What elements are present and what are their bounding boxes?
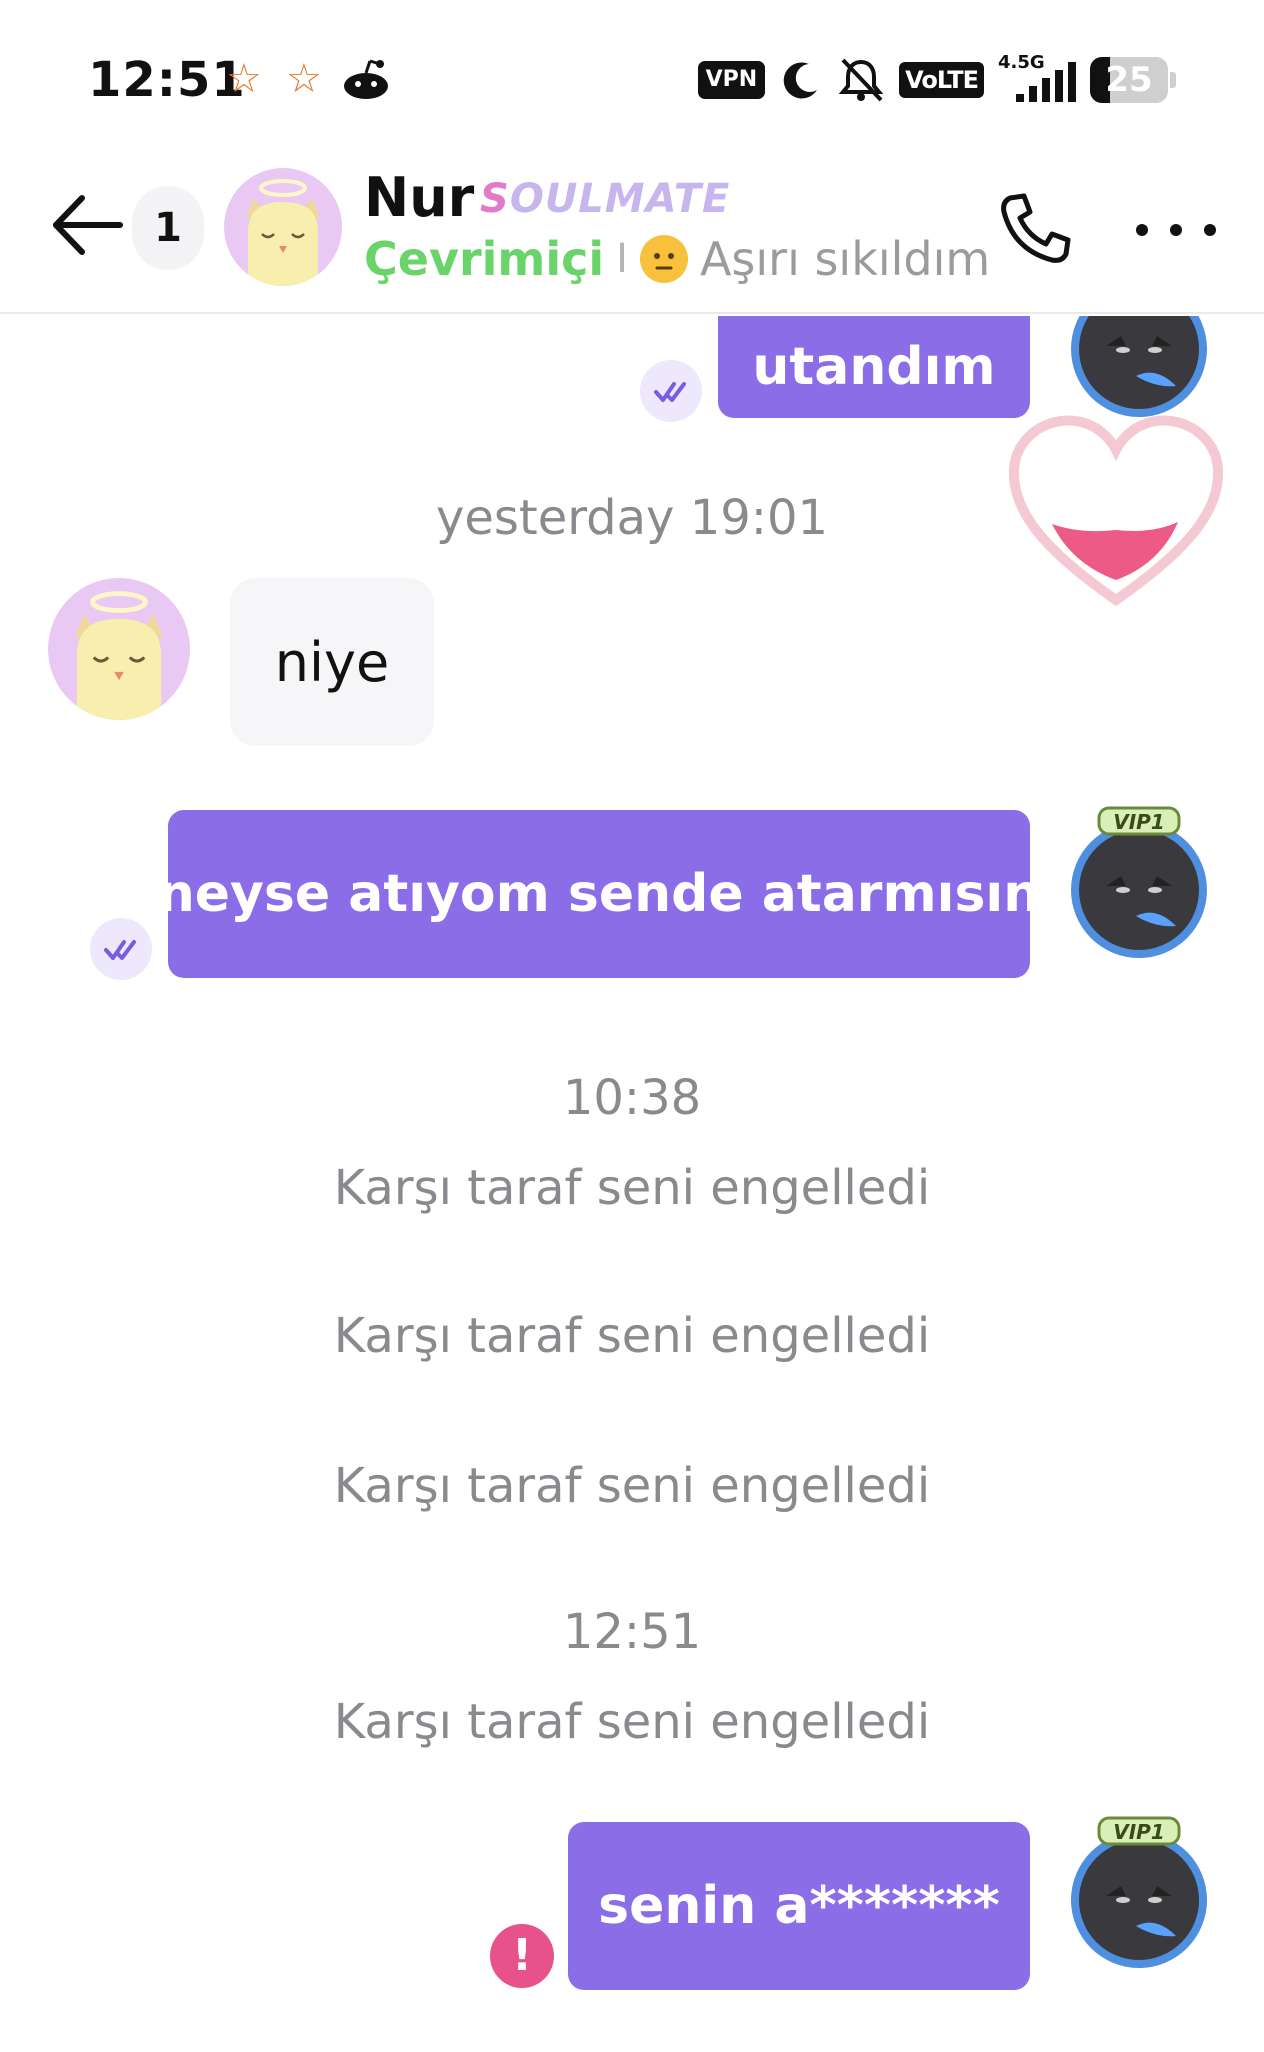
bell-off-icon xyxy=(838,58,884,102)
mood-text: Aşırı sıkıldım xyxy=(699,232,991,286)
battery-level: 25 xyxy=(1105,60,1153,100)
system-message: Karşı taraf seni engelledi xyxy=(333,1694,931,1750)
online-status: Çevrimiçi xyxy=(364,232,605,286)
chat-message-list[interactable]: utandım yesterday 19:01 niye neyse atıyo… xyxy=(0,316,1264,2052)
volte-icon: VoLTE xyxy=(899,62,984,98)
their-message-bubble[interactable]: niye xyxy=(230,578,434,746)
status-right-icons: VPN VoLTE 4.5G 25 xyxy=(697,52,1176,106)
angel-chick-avatar xyxy=(246,179,320,286)
soulmate-tag: SOULMATE xyxy=(480,176,731,222)
more-icon[interactable] xyxy=(1136,218,1216,242)
star-icon: ☆ xyxy=(226,56,262,102)
reddit-icon xyxy=(344,59,388,99)
message-text: niye xyxy=(274,630,390,694)
battery-icon: 25 xyxy=(1090,57,1176,103)
status-time: 12:51 xyxy=(88,52,246,108)
my-message-bubble[interactable]: senin a******* xyxy=(568,1822,1030,1990)
read-receipt-icon xyxy=(90,918,152,980)
contact-name[interactable]: Nur xyxy=(364,166,474,229)
moon-icon xyxy=(783,62,818,99)
message-text: senin a******* xyxy=(598,1876,1000,1936)
status-separator: I xyxy=(616,236,628,282)
timestamp: yesterday 19:01 xyxy=(435,490,829,546)
vip-badge: VIP1 xyxy=(1113,810,1165,834)
timestamp: 12:51 xyxy=(562,1604,702,1660)
contact-status-line: Çevrimiçi I Aşırı sıkıldım xyxy=(364,232,990,286)
my-avatar[interactable]: VIP1 xyxy=(1066,1816,1212,1968)
unread-count-badge[interactable]: 1 xyxy=(132,186,204,270)
my-message-bubble[interactable]: utandım xyxy=(718,316,1030,418)
timestamp: 10:38 xyxy=(562,1070,702,1126)
star-icon: ☆ xyxy=(286,56,322,102)
message-text: utandım xyxy=(752,337,996,397)
signal-icon: 4.5G xyxy=(998,52,1076,106)
message-text: neyse atıyom sende atarmısın xyxy=(157,864,1041,924)
read-receipt-icon xyxy=(640,360,702,422)
vip-badge: VIP1 xyxy=(1113,1820,1165,1844)
phone-icon[interactable] xyxy=(996,188,1076,268)
send-failed-icon[interactable]: ! xyxy=(490,1924,554,1988)
status-bar: 12:51 ☆ ☆ VPN VoLTE 4.5G 25 xyxy=(0,0,1264,160)
my-avatar[interactable]: VIP1 xyxy=(1066,806,1212,958)
system-message: Karşı taraf seni engelledi xyxy=(333,1458,931,1514)
mood-emoji-icon xyxy=(639,235,688,283)
contact-avatar[interactable] xyxy=(224,168,342,286)
back-arrow-icon[interactable] xyxy=(50,190,126,260)
system-message: Karşı taraf seni engelledi xyxy=(333,1308,931,1364)
chat-header: 1 Nur SOULMATE Çevrimiçi I Aşırı sıkıldı… xyxy=(0,160,1264,314)
angel-chick-avatar xyxy=(74,591,164,720)
my-message-bubble[interactable]: neyse atıyom sende atarmısın xyxy=(158,810,1040,978)
vpn-icon: VPN xyxy=(697,61,766,99)
system-message: Karşı taraf seni engelledi xyxy=(333,1160,931,1216)
contact-message-avatar[interactable] xyxy=(48,578,190,720)
